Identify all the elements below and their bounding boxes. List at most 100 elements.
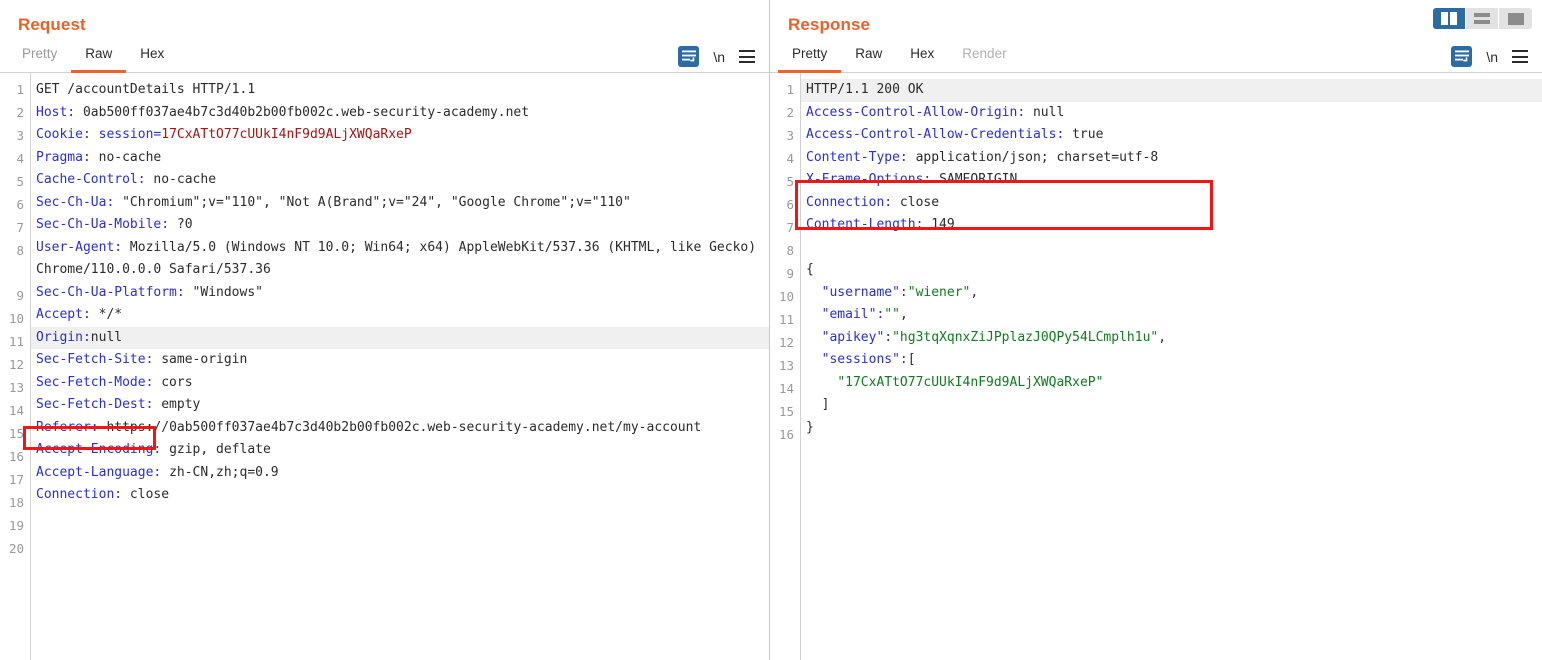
line-number: 5 — [16, 174, 24, 189]
line-number: 8 — [16, 243, 24, 258]
tab-response-pretty[interactable]: Pretty — [778, 40, 842, 73]
code-token: gzip, deflate — [169, 442, 271, 457]
line-number: 11 — [8, 334, 24, 349]
code-token: Access-Control-Allow-Origin: — [806, 104, 1033, 120]
code-line: Referer: https://0ab500ff037ae4b7c3d40b2… — [31, 417, 769, 440]
code-token: "apikey": — [806, 329, 893, 345]
line-number: 3 — [786, 128, 794, 143]
hamburger-menu-icon[interactable] — [739, 50, 755, 63]
response-editor[interactable]: 1 2 3 4 5 6 7 8 9 10 11 12 13 14 15 16 HTTP/1.1 200 OK A… — [770, 73, 1542, 660]
code-token: application/json; charset=utf-8 — [915, 149, 1159, 165]
line-number: 8 — [786, 243, 794, 258]
code-line: Accept-Language: zh-CN,zh;q=0.9 — [31, 462, 769, 485]
code-line: Accept-Encoding: gzip, deflate — [31, 439, 769, 462]
code-token: Sec-Fetch-Mode: — [36, 374, 162, 390]
newline-toggle-icon[interactable]: \n — [713, 50, 725, 64]
newline-toggle-icon[interactable]: \n — [1486, 50, 1498, 64]
request-editor[interactable]: 1 2 3 4 5 6 7 8 9 10 11 12 13 14 15 16 17 18 19 20 GET /acc… — [0, 73, 769, 660]
word-wrap-icon[interactable] — [678, 46, 700, 67]
tab-response-raw[interactable]: Raw — [841, 40, 896, 73]
code-token: 17CxATtO77cUUkI4nF9d9ALjXWQaRxeP — [161, 127, 412, 142]
layout-vertical-split-button[interactable] — [1433, 8, 1466, 29]
line-number: 7 — [16, 220, 24, 235]
code-token: close — [899, 194, 940, 210]
code-token: session= — [98, 127, 162, 142]
code-line: Access-Control-Allow-Credentials: true — [801, 124, 1542, 147]
code-token: , — [1158, 329, 1167, 345]
line-number: 19 — [8, 518, 24, 533]
tab-request-pretty[interactable]: Pretty — [8, 40, 71, 73]
code-token: Sec-Ch-Ua-Mobile: — [36, 217, 177, 232]
code-line: Origin:null — [31, 326, 769, 349]
response-line-numbers: 1 2 3 4 5 6 7 8 9 10 11 12 13 14 15 16 — [770, 73, 800, 660]
line-number: 12 — [8, 357, 24, 372]
line-number: 20 — [8, 541, 24, 556]
code-token: Pragma: — [36, 149, 99, 165]
word-wrap-icon[interactable] — [1451, 46, 1473, 67]
code-token: { — [806, 262, 814, 277]
code-token: 149 — [931, 217, 955, 232]
code-token: "hg3tqXqnxZiJPplazJ0QPy54LCmplh1u" — [892, 329, 1159, 345]
code-token: , — [970, 284, 979, 300]
code-line: Sec-Ch-Ua-Mobile: ?0 — [31, 214, 769, 237]
burp-message-viewer: Request Pretty Raw Hex \n 123456789 10 1… — [0, 0, 1542, 660]
tab-response-render[interactable]: Render — [948, 40, 1020, 73]
line-number: 9 — [786, 266, 794, 281]
line-number: 4 — [786, 151, 794, 166]
request-code[interactable]: GET /accountDetails HTTP/1.1 Host: 0ab500… — [30, 73, 769, 660]
code-token: "Windows" — [192, 284, 263, 300]
code-token: Content-Type: — [806, 149, 916, 165]
line-number: 3 — [16, 128, 24, 143]
code-line: Accept: */* — [31, 304, 769, 327]
tab-request-hex[interactable]: Hex — [126, 40, 178, 73]
line-number: 14 — [778, 381, 794, 396]
code-token: Connection: — [806, 194, 900, 210]
code-line: HTTP/1.1 200 OK — [801, 79, 1542, 102]
line-number: 4 — [16, 151, 24, 166]
request-tabbar: Pretty Raw Hex \n — [0, 40, 769, 73]
code-token: Content-Length: — [806, 217, 932, 232]
code-token: SAMEORIGIN — [939, 172, 1018, 187]
tab-response-hex[interactable]: Hex — [896, 40, 948, 73]
response-tools: \n — [1451, 46, 1542, 72]
line-number: 13 — [778, 358, 794, 373]
code-token: Host: — [36, 104, 83, 120]
code-line: Content-Length: 149 — [801, 214, 1542, 237]
tab-request-raw[interactable]: Raw — [71, 40, 127, 73]
layout-single-pane-button[interactable] — [1499, 8, 1532, 29]
hamburger-menu-icon[interactable] — [1512, 50, 1528, 63]
code-line: Connection: close — [31, 484, 769, 507]
code-line: "17CxATtO77cUUkI4nF9d9ALjXWQaRxeP" — [801, 372, 1542, 395]
line-number: 10 — [8, 311, 24, 326]
code-token: HTTP/1.1 200 OK — [806, 82, 924, 97]
code-token: Connection: — [36, 487, 130, 502]
code-token: Sec-Ch-Ua: — [36, 194, 123, 210]
code-line: "apikey":"hg3tqXqnxZiJPplazJ0QPy54LCmplh… — [801, 327, 1542, 350]
line-number: 15 — [8, 426, 24, 441]
code-token: "17CxATtO77cUUkI4nF9d9ALjXWQaRxeP" — [837, 374, 1104, 390]
line-number: 6 — [786, 197, 794, 212]
line-number: 2 — [786, 105, 794, 120]
code-line: Sec-Ch-Ua-Platform: "Windows" — [31, 282, 769, 305]
code-token: cors — [161, 374, 193, 390]
code-line: Cache-Control: no-cache — [31, 169, 769, 192]
code-token: Accept-Encoding: — [36, 442, 170, 457]
code-line: Access-Control-Allow-Origin: null — [801, 102, 1542, 125]
line-number: 11 — [778, 312, 794, 327]
response-tabbar: Pretty Raw Hex Render \n — [770, 40, 1542, 73]
code-token: Accept: — [36, 307, 99, 322]
line-number: 15 — [778, 404, 794, 419]
code-token: same-origin — [161, 352, 248, 367]
code-token: Mozilla/5.0 (Windows NT 10.0; Win64; x64… — [36, 239, 764, 278]
code-token: close — [129, 487, 170, 502]
line-number: 1 — [786, 82, 794, 97]
layout-horizontal-split-button[interactable] — [1466, 8, 1499, 29]
response-code[interactable]: HTTP/1.1 200 OK Access-Control-Allow-Orig… — [800, 73, 1542, 660]
code-token: 0ab500ff037ae4b7c3d40b2b00fb002c.web-sec… — [82, 104, 530, 120]
code-line: Sec-Fetch-Mode: cors — [31, 372, 769, 395]
code-token: User-Agent: — [36, 239, 130, 255]
code-token: "wiener" — [907, 284, 971, 300]
code-line: User-Agent: Mozilla/5.0 (Windows NT 10.0… — [31, 237, 769, 282]
